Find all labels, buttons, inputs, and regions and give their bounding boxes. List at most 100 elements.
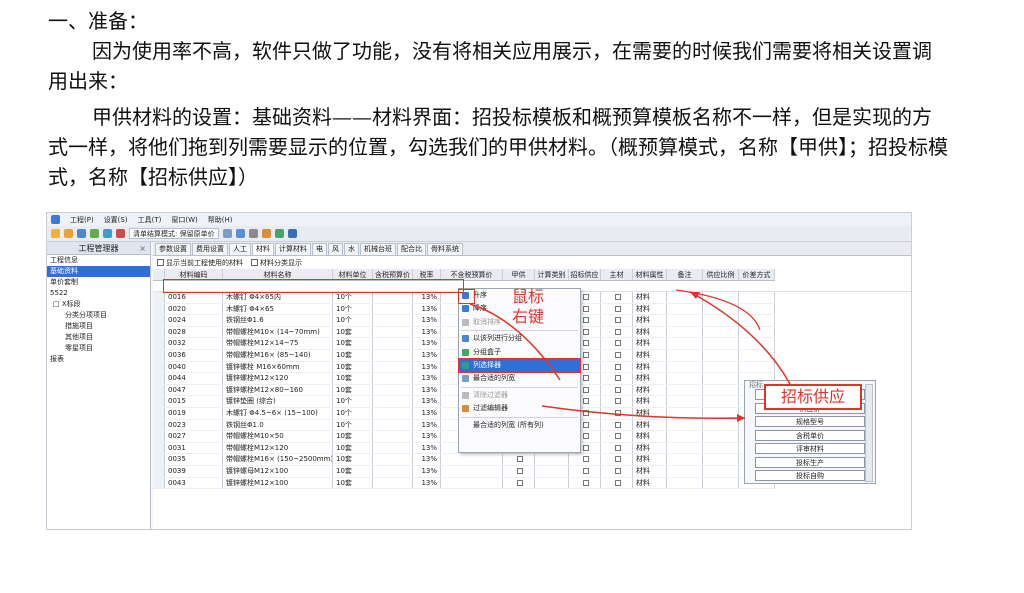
context-menu-item[interactable]: 分组盒子 — [459, 346, 580, 359]
tab-4[interactable]: 计算材料 — [275, 243, 311, 255]
table-row[interactable]: 0039 镀锌螺母M12×100 10套 13% 材料 — [153, 465, 775, 478]
context-menu-item[interactable]: 列选择器 — [458, 357, 581, 374]
tab-9[interactable]: 配合比 — [397, 243, 426, 255]
stop-icon[interactable] — [116, 229, 125, 238]
chooser-column-item[interactable]: 投标生产 — [755, 456, 865, 468]
tree-item[interactable]: 零星项目 — [47, 343, 150, 354]
new-icon[interactable] — [51, 229, 60, 238]
open-icon[interactable] — [64, 229, 73, 238]
tab-7[interactable]: 水 — [344, 243, 359, 255]
column-header[interactable]: 计算类别 — [535, 269, 569, 280]
cell-unit: 10套 — [333, 477, 373, 489]
tree-item[interactable]: 报表 — [47, 354, 150, 365]
refresh-icon[interactable] — [90, 229, 99, 238]
column-header[interactable]: 主材 — [601, 269, 633, 280]
menu-project[interactable]: 工程(P) — [70, 215, 94, 225]
context-menu-item[interactable]: 以该列进行分组 — [459, 332, 580, 345]
chooser-column-item[interactable]: 含税单价 — [755, 429, 865, 441]
menu-window[interactable]: 窗口(W) — [171, 215, 197, 225]
cell-tax: 13% — [413, 431, 441, 442]
tab-2[interactable]: 人工 — [229, 243, 251, 255]
save-icon[interactable] — [77, 229, 86, 238]
row-checkbox[interactable] — [601, 431, 633, 442]
row-checkbox[interactable] — [601, 373, 633, 384]
export-icon[interactable] — [235, 229, 245, 238]
row-checkbox[interactable] — [601, 419, 633, 431]
row-checkbox[interactable] — [601, 315, 633, 326]
row-checkbox[interactable] — [601, 384, 633, 396]
tree-item[interactable]: 单价套制 — [47, 277, 150, 288]
calc-icon[interactable] — [103, 229, 112, 238]
tree-item[interactable]: 工程信息 — [47, 255, 150, 266]
row-checkbox[interactable] — [601, 361, 633, 373]
edit-icon[interactable] — [261, 229, 271, 238]
column-header[interactable]: 价差方式 — [739, 269, 775, 280]
column-header[interactable]: 甲供 — [503, 269, 535, 280]
row-checkbox[interactable] — [601, 338, 633, 349]
row-checkbox[interactable] — [569, 454, 601, 465]
row-checkbox[interactable] — [601, 326, 633, 338]
context-menu-item[interactable]: 最合适的列宽 (所有列) — [459, 419, 580, 432]
cell-code: 0016 — [165, 292, 223, 303]
context-menu-item[interactable]: 最合适的列宽 — [459, 372, 580, 385]
tab-10[interactable]: 骨料系统 — [427, 243, 463, 255]
delete-icon[interactable] — [248, 229, 258, 238]
row-checkbox[interactable] — [601, 292, 633, 303]
row-checkbox[interactable] — [601, 477, 633, 489]
tab-6[interactable]: 风 — [328, 243, 343, 255]
row-checkbox[interactable] — [601, 349, 633, 361]
close-icon[interactable]: × — [139, 242, 146, 255]
report-icon[interactable] — [222, 229, 232, 238]
tree-item[interactable]: 措施项目 — [47, 321, 150, 332]
menu-settings[interactable]: 设置(S) — [104, 215, 128, 225]
check-icon[interactable] — [274, 229, 284, 238]
cell-empty — [373, 384, 413, 396]
context-menu-item[interactable]: 过滤编辑器 — [459, 402, 580, 415]
menu-tools[interactable]: 工具(T) — [138, 215, 162, 225]
tree-item-basic-data[interactable]: 基础资料 — [47, 266, 150, 277]
row-checkbox[interactable] — [601, 407, 633, 419]
row-checkbox[interactable] — [601, 454, 633, 465]
cell-empty — [667, 407, 703, 419]
cell-name: 铁钢丝Φ1.6 — [223, 315, 333, 326]
settlement-mode-select[interactable]: 清单结算模式: 保留原单价 — [129, 228, 219, 239]
tree-item[interactable]: □ X标段 — [47, 299, 150, 310]
table-row[interactable]: 0043 镀锌螺栓M12×100 10套 13% 材料 — [153, 477, 775, 490]
row-checkbox[interactable] — [601, 303, 633, 315]
row-checkbox[interactable] — [601, 465, 633, 477]
tab-0[interactable]: 参数设置 — [155, 243, 191, 255]
chooser-column-item[interactable]: 评审材料 — [755, 443, 865, 454]
column-header[interactable]: 备注 — [667, 269, 703, 280]
context-menu-item[interactable]: 清除过滤器 — [459, 389, 580, 402]
option-classified[interactable]: 材料分类显示 — [251, 258, 302, 268]
row-checkbox[interactable] — [503, 477, 535, 489]
row-checkbox[interactable] — [569, 477, 601, 489]
tab-1[interactable]: 费用设置 — [192, 243, 228, 255]
chooser-scrollbar[interactable] — [865, 384, 873, 482]
row-checkbox[interactable] — [601, 442, 633, 454]
tree-item[interactable]: 其他项目 — [47, 332, 150, 343]
option-used-only[interactable]: 显示当前工程使用的材料 — [157, 258, 243, 268]
cell-empty — [739, 338, 775, 349]
row-checkbox[interactable] — [601, 396, 633, 407]
menu-help[interactable]: 帮助(H) — [208, 215, 233, 225]
tree-item[interactable]: 5522 — [47, 288, 150, 299]
column-header[interactable]: 材料属性 — [633, 269, 667, 280]
row-checkbox[interactable] — [569, 465, 601, 477]
chooser-column-item[interactable]: 投标自购 — [755, 470, 865, 481]
tab-5[interactable]: 电 — [312, 243, 327, 255]
chooser-column-item[interactable]: 规格型号 — [755, 416, 865, 427]
annotation-right-click: 鼠标右键 — [512, 287, 545, 326]
column-header[interactable]: 供应比例 — [703, 269, 739, 280]
cell-code: 0023 — [165, 419, 223, 431]
column-header[interactable]: 招标供应 — [569, 269, 601, 280]
tab-8[interactable]: 机械台班 — [360, 243, 396, 255]
table-row[interactable]: 0035 带帽螺栓M16× (150~2500mm) 10套 13% 材料 — [153, 454, 775, 466]
tab-3[interactable]: 材料 — [252, 243, 274, 255]
help-icon[interactable] — [287, 229, 297, 238]
tree-item[interactable]: 分类分项项目 — [47, 310, 150, 321]
row-checkbox[interactable] — [503, 454, 535, 465]
row-checkbox[interactable] — [503, 465, 535, 477]
cell-tax: 13% — [413, 292, 441, 303]
cell-empty — [153, 396, 165, 407]
